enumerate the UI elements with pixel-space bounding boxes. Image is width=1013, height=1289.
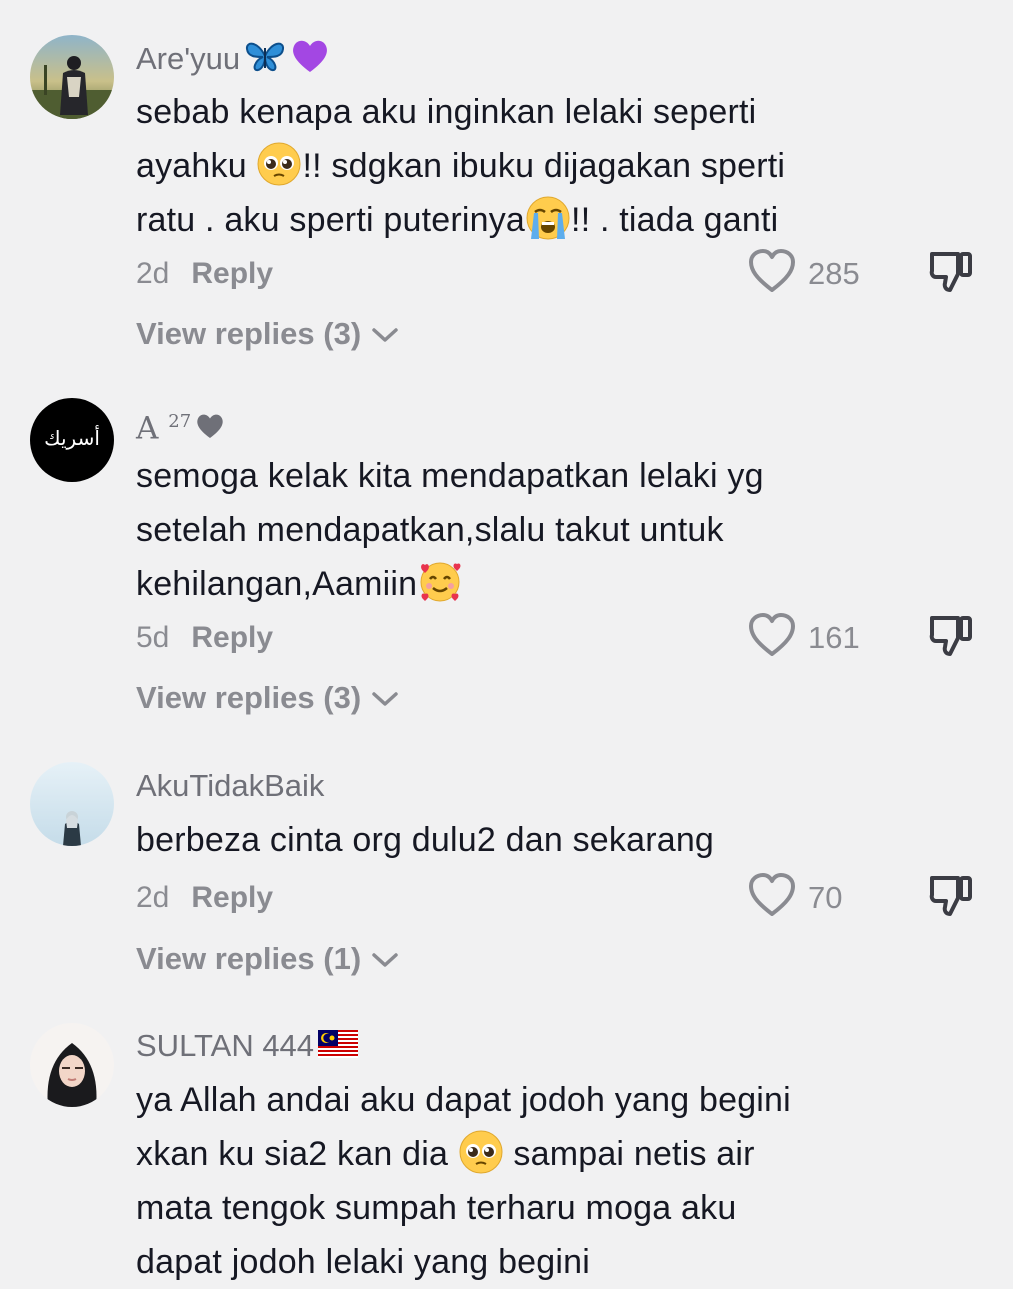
comment-text-line: berbeza cinta org dulu2 dan sekarang <box>136 821 715 859</box>
thumbs-down-icon[interactable] <box>928 252 974 298</box>
comment-meta: 2d Reply <box>136 254 273 294</box>
heart-outline-icon[interactable] <box>748 612 796 663</box>
comment-text-line: semoga kelak kita mendapatkan lelaki yg <box>136 457 764 495</box>
username-text: SULTAN 444 <box>136 1028 315 1063</box>
view-replies-label: View replies (3) <box>136 680 362 715</box>
comment-text-line: mata tengok sumpah terharu moga aku <box>136 1189 737 1227</box>
view-replies-button[interactable]: View replies (3) <box>136 316 399 352</box>
comment-text: berbeza cinta org dulu2 dan sekarang <box>136 813 916 867</box>
malaysia-flag-emoji-icon <box>318 1028 359 1068</box>
grey-heart-emoji-icon <box>195 410 225 450</box>
smiling-face-with-hearts-emoji-icon <box>417 559 463 605</box>
purple-heart-emoji-icon <box>290 38 330 84</box>
username-text: Are'yuu <box>136 41 241 77</box>
dislike-button[interactable] <box>928 874 974 923</box>
avatar[interactable] <box>30 762 114 846</box>
like-button[interactable]: 161 <box>748 612 860 663</box>
chevron-down-icon <box>371 316 399 352</box>
like-button[interactable]: 70 <box>748 872 842 923</box>
comment-text: semoga kelak kita mendapatkan lelaki yg … <box>136 449 916 611</box>
comment-time: 2d <box>136 257 170 290</box>
view-replies-button[interactable]: View replies (1) <box>136 941 399 977</box>
reply-button[interactable]: Reply <box>191 257 273 290</box>
heart-outline-icon[interactable] <box>748 872 796 923</box>
reply-button[interactable]: Reply <box>191 881 273 914</box>
avatar-text: أسريك <box>44 425 100 450</box>
username[interactable]: Are'yuu <box>136 38 330 84</box>
comment-time: 2d <box>136 881 170 914</box>
pleading-face-emoji-icon <box>458 1129 504 1175</box>
view-replies-button[interactable]: View replies (3) <box>136 680 399 716</box>
avatar[interactable] <box>30 35 114 119</box>
username-text: AkuTidakBaik <box>136 768 325 803</box>
pleading-face-emoji-icon <box>256 141 302 187</box>
chevron-down-icon <box>371 680 399 716</box>
comment-text-line: sebab kenapa aku inginkan lelaki seperti <box>136 93 757 131</box>
chevron-down-icon <box>371 941 399 977</box>
comment-text-line: dapat jodoh lelaki yang begini <box>136 1243 591 1281</box>
comment-time: 5d <box>136 621 170 654</box>
like-count: 70 <box>808 879 843 915</box>
avatar[interactable]: أسريك <box>30 398 114 482</box>
like-count: 161 <box>808 619 860 655</box>
comment-text-line: !! . tiada ganti <box>571 201 779 239</box>
butterfly-emoji-icon <box>244 39 286 83</box>
heart-outline-icon[interactable] <box>748 248 796 299</box>
comment-text: ya Allah andai aku dapat jodoh yang begi… <box>136 1073 916 1289</box>
view-replies-label: View replies (1) <box>136 941 362 976</box>
username-text: A <box>136 410 159 447</box>
like-button[interactable]: 285 <box>748 248 860 299</box>
username[interactable]: A 27 <box>136 402 225 450</box>
comment-meta: 2d Reply <box>136 878 273 918</box>
comment-text-line: xkan ku sia2 kan dia <box>136 1135 458 1173</box>
comment-text-line: ya Allah andai aku dapat jodoh yang begi… <box>136 1081 791 1119</box>
comment-meta: 5d Reply <box>136 618 273 658</box>
like-count: 285 <box>808 255 860 291</box>
dislike-button[interactable] <box>928 250 974 299</box>
comment-text-line: ayahku <box>136 147 257 185</box>
username[interactable]: AkuTidakBaik <box>136 766 324 806</box>
comment-text-line: kehilangan,Aamiin <box>136 565 418 603</box>
username-superscript: 27 <box>168 411 192 432</box>
thumbs-down-icon[interactable] <box>928 876 974 922</box>
comment-text: sebab kenapa aku inginkan lelaki seperti… <box>136 85 916 247</box>
avatar[interactable] <box>30 1023 114 1107</box>
loudly-crying-face-emoji-icon <box>525 195 571 241</box>
comment-text-line: ratu . aku sperti puterinya <box>136 201 526 239</box>
view-replies-label: View replies (3) <box>136 316 362 351</box>
thumbs-down-icon[interactable] <box>928 616 974 662</box>
dislike-button[interactable] <box>928 614 974 663</box>
comment-text-line: setelah mendapatkan,slalu takut untuk <box>136 511 724 549</box>
username[interactable]: SULTAN 444 <box>136 1026 359 1068</box>
comment-text-line: !! sdgkan ibuku dijagakan sperti <box>302 147 786 185</box>
comment-text-line: sampai netis air <box>503 1135 755 1173</box>
reply-button[interactable]: Reply <box>191 621 273 654</box>
